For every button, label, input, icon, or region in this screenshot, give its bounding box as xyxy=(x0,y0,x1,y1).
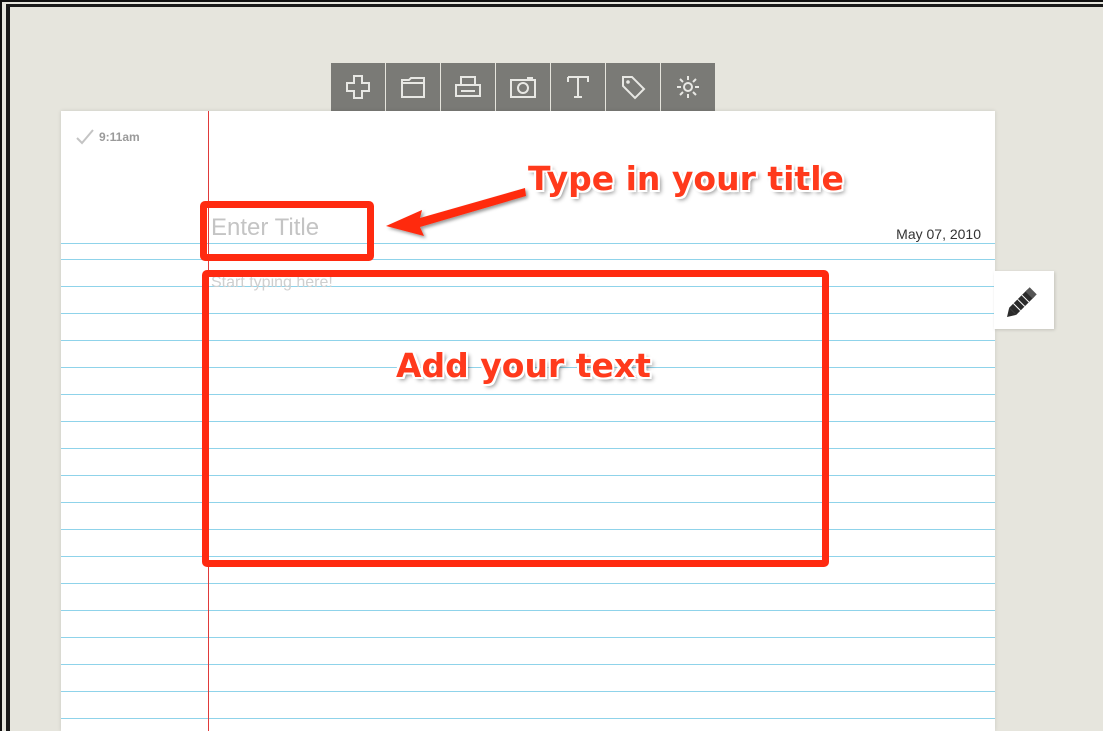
folder-icon xyxy=(401,77,425,98)
text-format-button[interactable] xyxy=(551,63,605,111)
window-border-top xyxy=(6,4,1103,7)
print-button[interactable] xyxy=(441,63,495,111)
new-note-button[interactable] xyxy=(331,63,385,111)
tag-button[interactable] xyxy=(606,63,660,111)
printer-icon xyxy=(455,76,481,97)
plus-icon xyxy=(346,75,370,99)
settings-button[interactable] xyxy=(661,63,715,111)
body-callout: Add your text xyxy=(396,346,651,385)
camera-button[interactable] xyxy=(496,63,550,111)
toolbar xyxy=(331,63,721,111)
saved-status: 9:11am xyxy=(75,128,140,146)
gear-icon xyxy=(677,76,699,98)
text-icon xyxy=(567,76,589,98)
body-highlight-box xyxy=(202,270,829,567)
tag-icon xyxy=(622,76,646,100)
note-date: May 07, 2010 xyxy=(896,226,981,242)
title-highlight-box xyxy=(200,201,374,261)
arrow-icon xyxy=(386,188,526,236)
pencil-icon xyxy=(1007,287,1037,317)
edit-mode-button[interactable] xyxy=(994,271,1054,329)
title-callout: Type in your title xyxy=(528,159,844,198)
window-border-left xyxy=(6,4,10,731)
checkmark-icon xyxy=(76,129,94,145)
saved-time: 9:11am xyxy=(99,130,140,144)
camera-icon xyxy=(510,77,536,98)
open-folder-button[interactable] xyxy=(386,63,440,111)
